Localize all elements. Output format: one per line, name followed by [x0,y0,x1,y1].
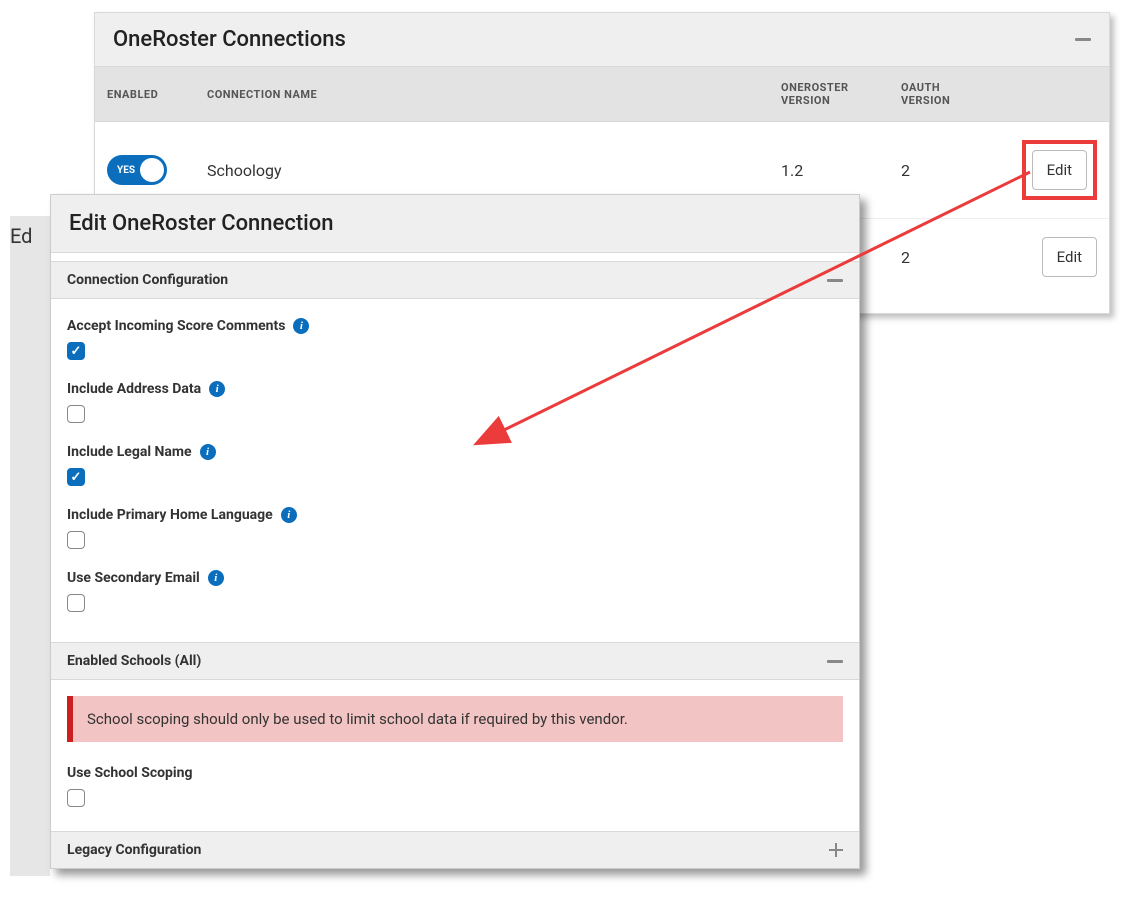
option-label: Use Secondary Email i [67,570,224,586]
expand-icon[interactable] [829,843,843,857]
collapse-icon[interactable] [827,279,843,282]
oauth-version: 2 [889,219,999,314]
modal-title: Edit OneRoster Connection [69,211,841,236]
checkbox-use-secondary-email[interactable] [67,594,85,612]
edit-button[interactable]: Edit [1032,150,1087,190]
modal-header: Edit OneRoster Connection [51,195,859,253]
config-section-body: Accept Incoming Score Comments i ✓ Inclu… [51,299,859,642]
option-include-primary-home-language: Include Primary Home Language i [67,504,843,549]
col-actions [999,67,1109,122]
option-include-address-data: Include Address Data i [67,378,843,423]
option-label: Use School Scoping [67,765,192,781]
edit-highlight: Edit [1022,140,1097,200]
edit-button[interactable]: Edit [1042,237,1097,277]
info-icon[interactable]: i [293,318,309,334]
option-use-school-scoping: Use School Scoping [67,762,843,807]
checkbox-include-primary-home-language[interactable] [67,531,85,549]
checkbox-include-address-data[interactable] [67,405,85,423]
info-icon[interactable]: i [208,570,224,586]
collapse-icon[interactable] [827,660,843,663]
info-icon[interactable]: i [281,507,297,523]
section-connection-configuration[interactable]: Connection Configuration [51,261,859,299]
edit-connection-modal: Edit OneRoster Connection Connection Con… [50,194,860,869]
checkbox-accept-score-comments[interactable]: ✓ [67,342,85,360]
schools-section-body: School scoping should only be used to li… [51,680,859,831]
section-title: Enabled Schools (All) [67,653,201,669]
option-accept-score-comments: Accept Incoming Score Comments i ✓ [67,315,843,360]
section-title: Connection Configuration [67,272,228,288]
option-include-legal-name: Include Legal Name i ✓ [67,441,843,486]
col-name: CONNECTION NAME [195,67,769,122]
collapse-icon[interactable] [1075,38,1091,41]
info-icon[interactable]: i [200,444,216,460]
checkbox-include-legal-name[interactable]: ✓ [67,468,85,486]
col-oauth-version: OAUTH VERSION [889,67,999,122]
option-use-secondary-email: Use Secondary Email i [67,567,843,612]
oauth-version: 2 [889,122,999,219]
info-icon[interactable]: i [209,381,225,397]
col-enabled: ENABLED [95,67,195,122]
bg-strip-text: Ed [10,224,32,248]
col-oneroster-version: ONEROSTER VERSION [769,67,889,122]
section-enabled-schools[interactable]: Enabled Schools (All) [51,642,859,680]
toggle-label: YES [117,165,135,176]
option-label: Accept Incoming Score Comments i [67,318,309,334]
panel-title: OneRoster Connections [113,27,346,52]
panel-header: OneRoster Connections [95,13,1109,67]
option-label: Include Address Data i [67,381,225,397]
section-title: Legacy Configuration [67,842,201,858]
enabled-toggle[interactable]: YES [107,155,167,185]
option-label: Include Legal Name i [67,444,216,460]
school-scoping-alert: School scoping should only be used to li… [67,696,843,742]
checkbox-use-school-scoping[interactable] [67,789,85,807]
section-legacy-configuration[interactable]: Legacy Configuration [51,831,859,868]
option-label: Include Primary Home Language i [67,507,297,523]
background-strip: Ed [10,216,50,876]
